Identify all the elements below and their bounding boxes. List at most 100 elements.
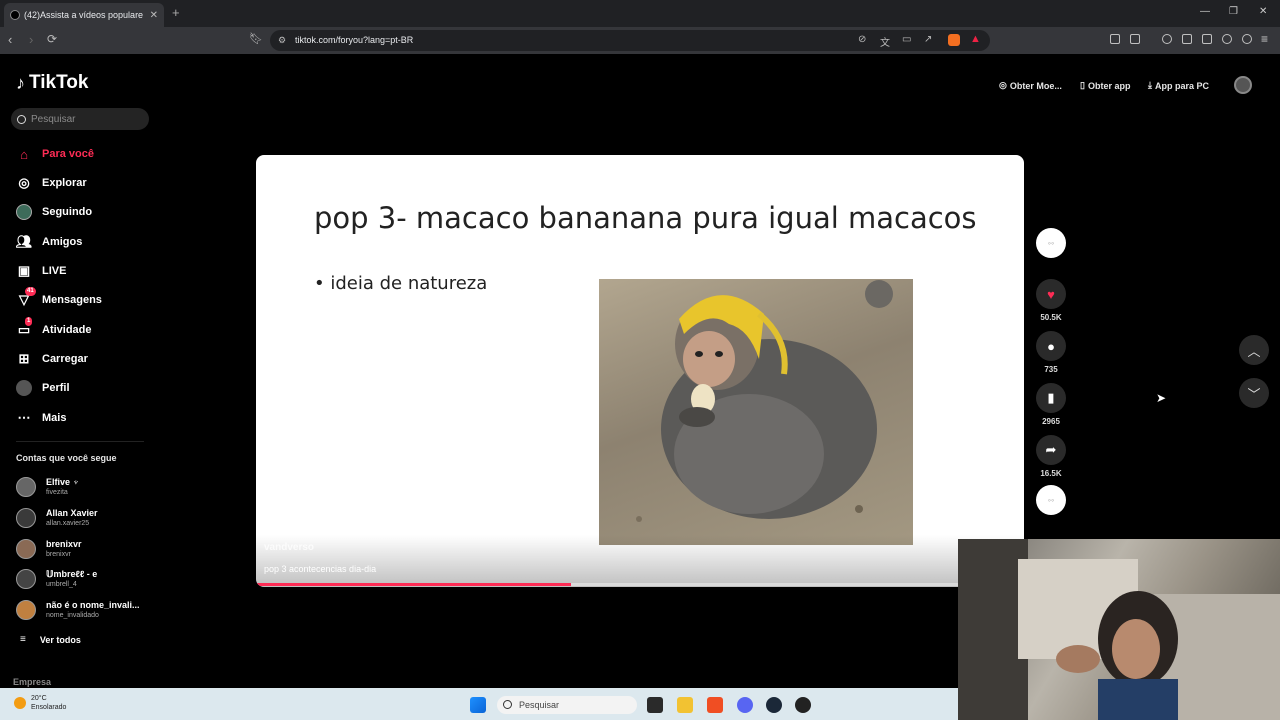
following-avatar-icon xyxy=(16,204,32,220)
music-disc-button[interactable]: ◦◦ xyxy=(1035,485,1067,515)
friends-icon: 👥︎ xyxy=(15,234,33,249)
sidebar-item-explore[interactable]: ◎ Explorar xyxy=(16,174,86,192)
leo-ai-icon[interactable] xyxy=(1222,34,1232,44)
sidebar-item-friends[interactable]: 👥︎ Amigos xyxy=(15,233,83,251)
sidebar-item-live[interactable]: ▣ LIVE xyxy=(16,262,67,280)
sidebar-item-upload[interactable]: ⊞ Carregar xyxy=(16,350,88,368)
account-name: Elfive ♆ xyxy=(46,477,80,487)
extensions-icon[interactable] xyxy=(1110,34,1120,44)
forward-icon[interactable]: › xyxy=(29,32,33,47)
video-author[interactable]: vandverso xyxy=(264,542,314,553)
new-tab-button[interactable]: + xyxy=(172,5,180,20)
following-account[interactable]: 𝕌mbreℓℓ - e umbrell_4 xyxy=(16,569,97,589)
reload-icon[interactable]: ⟳ xyxy=(47,32,57,46)
share-arrow-icon: ➦ xyxy=(1036,435,1066,465)
account-name: 𝕌mbreℓℓ - e xyxy=(46,569,98,579)
download-icon: ⤓ xyxy=(1148,80,1152,90)
discord-icon[interactable] xyxy=(737,697,753,713)
search-input[interactable]: Pesquisar xyxy=(11,108,149,130)
sidebar-item-messages[interactable]: ▽ 41 Mensagens xyxy=(16,287,102,309)
reader-icon[interactable] xyxy=(1182,34,1192,44)
sidebar-item-profile[interactable]: Perfil xyxy=(16,379,70,397)
video-progress-bar[interactable] xyxy=(256,583,1024,586)
obs-icon[interactable] xyxy=(795,697,811,713)
steam-icon[interactable] xyxy=(766,697,782,713)
following-account[interactable]: Elfive ♆ fivezita xyxy=(16,477,79,497)
phone-icon: ▯ xyxy=(1080,80,1085,90)
profile-icon xyxy=(16,380,32,396)
following-account[interactable]: não é o nome_invali... nome_invalidado xyxy=(16,600,140,620)
pc-app-button[interactable]: ⤓ App para PC xyxy=(1148,80,1209,91)
address-bar[interactable]: ⚙ tiktok.com/foryou?lang=pt-BR ⊘ 文 ▭ ↗ ▲ xyxy=(270,30,990,51)
sidebar-toggle-icon[interactable] xyxy=(1130,34,1140,44)
comment-icon: ● xyxy=(1036,331,1066,361)
activity-badge: 1 xyxy=(25,317,33,326)
heart-icon: ♥ xyxy=(1036,279,1066,309)
file-explorer-icon[interactable] xyxy=(677,697,693,713)
sidebar-item-following[interactable]: Seguindo xyxy=(16,203,92,221)
back-icon[interactable]: ‹ xyxy=(8,32,12,47)
next-video-button[interactable]: ﹀ xyxy=(1239,378,1269,408)
minimize-icon[interactable]: — xyxy=(1200,6,1210,17)
sidebar-item-label: Seguindo xyxy=(42,206,93,218)
video-player[interactable]: pop 3- macaco bananana pura igual macaco… xyxy=(256,155,1024,587)
taskbar-search[interactable]: Pesquisar xyxy=(497,696,637,714)
windows-start-icon[interactable] xyxy=(470,697,486,713)
creator-avatar: ◦◦ xyxy=(1036,228,1066,258)
like-button[interactable]: ♥ 50.5K xyxy=(1035,279,1067,322)
tiktok-logo[interactable]: ♪ TikTok xyxy=(16,72,88,94)
slide-bullet: • ideia de natureza xyxy=(314,273,488,294)
sidebar-divider xyxy=(16,441,144,442)
bookmark-icon[interactable]: 🔖︎ xyxy=(249,32,263,45)
account-handle: allan.xavier25 xyxy=(46,520,90,527)
more-icon: ⋯ xyxy=(17,410,31,425)
save-button[interactable]: ▮ 2965 xyxy=(1035,383,1067,426)
comment-button[interactable]: ● 735 xyxy=(1035,331,1067,374)
sidebar-item-more[interactable]: ⋯ Mais xyxy=(16,409,67,427)
vpn-icon[interactable] xyxy=(1242,34,1252,44)
brave-browser-icon[interactable] xyxy=(707,697,723,713)
following-account[interactable]: Allan Xavier allan.xavier25 xyxy=(16,508,98,528)
brave-shield-icon[interactable] xyxy=(948,34,960,46)
browser-menu-icon[interactable]: ≡ xyxy=(1261,32,1268,46)
sidebar-item-for-you[interactable]: ⌂ Para você xyxy=(16,145,94,163)
terminal-icon[interactable] xyxy=(647,697,663,713)
slide-title: pop 3- macaco bananana pura igual macaco… xyxy=(314,201,977,235)
previous-video-button[interactable]: ︿ xyxy=(1239,335,1269,365)
video-progress-fill xyxy=(256,583,571,586)
get-coins-button[interactable]: ◎ Obter Moe... xyxy=(999,80,1062,91)
translate-icon[interactable]: 文 xyxy=(880,34,890,49)
get-coins-label: Obter Moe... xyxy=(1009,80,1062,91)
screenshot-icon[interactable]: ▭ xyxy=(902,34,911,45)
video-overlay xyxy=(256,535,1024,587)
site-info-icon[interactable]: ⚙ xyxy=(278,35,286,46)
weather-widget[interactable]: 20°C Ensolarado xyxy=(14,694,66,712)
account-handle: brenixvr xyxy=(46,551,71,558)
brave-rewards-icon[interactable]: ▲ xyxy=(970,33,981,45)
window-close-icon[interactable]: ✕ xyxy=(1259,6,1267,17)
upload-icon: ⊞ xyxy=(18,351,30,366)
sidebar-item-activity[interactable]: ▭ 1 Atividade xyxy=(16,317,92,339)
user-avatar[interactable] xyxy=(1234,76,1252,94)
following-account[interactable]: brenixvr brenixvr xyxy=(16,539,82,559)
share-button[interactable]: ➦ 16.5K xyxy=(1035,435,1067,478)
no-cast-icon[interactable]: ⊘ xyxy=(858,34,866,45)
weather-temp: 20°C xyxy=(31,695,47,702)
media-icon[interactable] xyxy=(1162,34,1172,44)
maximize-icon[interactable]: ❐ xyxy=(1229,6,1238,17)
tab-close-icon[interactable]: ✕ xyxy=(150,10,158,21)
get-app-button[interactable]: ▯ Obter app xyxy=(1080,80,1130,91)
browser-tab[interactable]: (42)Assista a vídeos populare ✕ xyxy=(4,3,164,27)
wallet-icon[interactable] xyxy=(1202,34,1212,44)
url-text: tiktok.com/foryou?lang=pt-BR xyxy=(295,35,414,45)
avatar xyxy=(16,600,36,620)
sidebar-item-label: Perfil xyxy=(42,382,70,394)
account-name: Allan Xavier xyxy=(46,508,98,518)
messages-icon: ▽ 41 xyxy=(19,287,36,307)
messages-badge: 41 xyxy=(25,287,36,296)
creator-avatar-button[interactable]: ◦◦ xyxy=(1035,228,1067,258)
see-all-button[interactable]: ≡ Ver todos xyxy=(20,634,81,645)
browser-tab-bar: (42)Assista a vídeos populare ✕ + — ❐ ✕ xyxy=(0,0,1280,27)
share-icon[interactable]: ↗ xyxy=(924,34,932,45)
company-link[interactable]: Empresa xyxy=(13,677,51,687)
